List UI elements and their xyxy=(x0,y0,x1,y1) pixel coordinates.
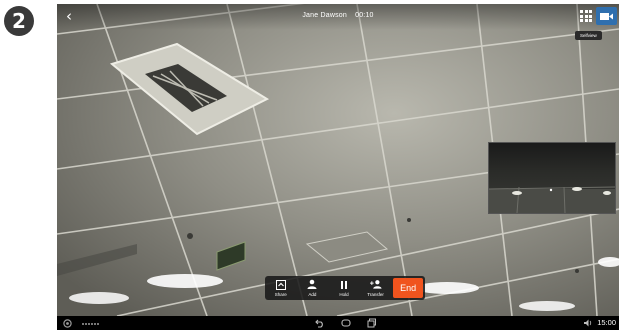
self-view-scene xyxy=(489,186,615,213)
video-camera-icon xyxy=(600,13,613,20)
android-nav-bar: 15:00 xyxy=(57,316,619,330)
clock: 15:00 xyxy=(597,318,616,327)
nav-recent-apps-icon[interactable] xyxy=(367,318,377,328)
nav-home-icon[interactable] xyxy=(341,318,351,328)
app-status-icon xyxy=(63,319,72,328)
selfview-tooltip: Selfview xyxy=(575,31,602,40)
nav-buttons xyxy=(315,318,377,328)
pause-icon xyxy=(340,280,347,289)
status-right-area: 15:00 xyxy=(584,318,616,327)
add-person-icon xyxy=(307,279,317,289)
hold-label: Hold xyxy=(339,292,349,297)
transfer-label: Transfer xyxy=(367,292,384,297)
video-call-screen: ‹ Jane Dawson 00:10 Selfview Share Add H… xyxy=(57,4,619,330)
dialpad-icon xyxy=(580,10,583,13)
add-label: Add xyxy=(308,292,317,297)
hold-button[interactable]: Hold xyxy=(328,276,360,300)
notification-dots-icon xyxy=(82,322,99,325)
share-label: Share xyxy=(274,292,287,297)
caller-name: Jane Dawson xyxy=(302,12,347,19)
call-controls-bar: Share Add Hold Transfer End xyxy=(265,276,425,300)
step-number-badge: 2 xyxy=(4,6,34,36)
self-view-video[interactable] xyxy=(488,142,616,214)
call-info: Jane Dawson 00:10 xyxy=(57,12,619,19)
end-call-button[interactable]: End xyxy=(393,278,423,298)
call-top-bar: ‹ Jane Dawson 00:10 xyxy=(57,4,619,30)
transfer-button[interactable]: Transfer xyxy=(360,276,392,300)
volume-icon xyxy=(584,319,592,326)
dialpad-button[interactable] xyxy=(579,9,593,23)
nav-back-icon[interactable] xyxy=(315,318,325,328)
add-button[interactable]: Add xyxy=(297,276,329,300)
left-status-area xyxy=(63,319,104,328)
call-duration: 00:10 xyxy=(355,12,374,19)
selfview-button[interactable] xyxy=(596,7,617,25)
share-screen-icon xyxy=(275,279,286,290)
transfer-person-icon xyxy=(369,280,382,289)
share-button[interactable]: Share xyxy=(265,276,297,300)
